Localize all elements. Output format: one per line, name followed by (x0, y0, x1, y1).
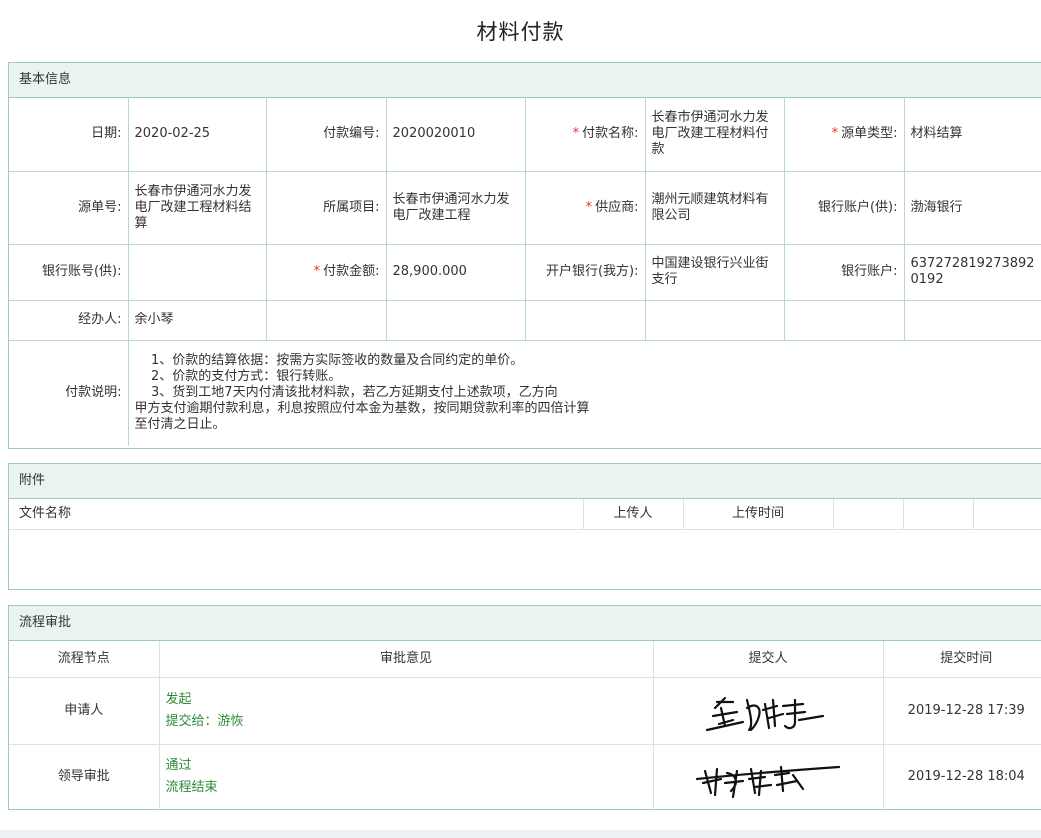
required-mark: * (572, 126, 580, 142)
attachments-header: 附件 (9, 464, 1041, 499)
required-mark: * (313, 264, 321, 279)
amount-label-cell: * 付款金额: (265, 243, 387, 301)
source-no-label: 源单号: (9, 170, 129, 245)
supplier-label-cell: * 供应商: (524, 170, 646, 245)
page: 材料付款 基本信息 日期: 2020-02-25 付款编号: 202002001… (0, 0, 1041, 830)
pay-no-label: 付款编号: (265, 98, 387, 172)
basic-info-table: 日期: 2020-02-25 付款编号: 2020020010 * 付款名称: 长… (9, 98, 1041, 446)
amount-value: 28,900.000 (385, 243, 526, 301)
submit-time: 2019-12-28 17:39 (883, 677, 1041, 745)
empty-cell (644, 299, 785, 341)
col-empty (903, 499, 974, 530)
workflow-header: 流程审批 (9, 606, 1041, 641)
note-line: 甲方支付逾期付款利息，利息按照应付本金为基数，按同期贷款利率的四倍计算 (134, 401, 590, 417)
attachments-panel: 附件 文件名称 上传人 上传时间 (8, 463, 1041, 590)
empty-cell (524, 299, 646, 341)
opinion-action: 通过 (165, 758, 192, 774)
empty-cell (265, 299, 387, 341)
pay-name-label-cell: * 付款名称: (524, 98, 646, 172)
bank-no-supplier-label: 银行账号(供): (9, 243, 129, 301)
project-value: 长春市伊通河水力发电厂改建工程 (385, 170, 526, 245)
workflow-opinion: 通过 流程结束 (159, 744, 654, 810)
page-title: 材料付款 (476, 20, 565, 44)
date-label: 日期: (9, 98, 129, 172)
workflow-table: 流程节点 审批意见 提交人 提交时间 申请人 发起 提交给：游恢 2019-12… (9, 641, 1041, 810)
handwritten-signature-image (695, 766, 841, 799)
col-uploader: 上传人 (583, 499, 684, 530)
empty-cell (783, 299, 905, 341)
submitter-signature (653, 677, 884, 745)
col-upload-time: 上传时间 (683, 499, 834, 530)
submitter-signature (653, 744, 884, 810)
note-value: 1、价款的结算依据：按需方实际签收的数量及合同约定的单价。 2、价款的支付方式：… (127, 339, 1041, 446)
col-node: 流程节点 (9, 641, 160, 678)
basic-info-panel: 基本信息 日期: 2020-02-25 付款编号: 2020020010 * 付款… (8, 62, 1041, 449)
source-type-label-cell: * 源单类型: (783, 98, 905, 172)
supplier-value: 潮州元顺建筑材料有限公司 (644, 170, 785, 245)
supplier-label: 供应商: (595, 199, 639, 215)
pay-name-label: 付款名称: (582, 126, 639, 142)
date-value: 2020-02-25 (127, 98, 267, 172)
our-bank-label: 开户银行(我方): (524, 243, 646, 301)
required-mark: * (831, 126, 839, 142)
opinion-action: 发起 (165, 691, 192, 707)
source-type-label: 源单类型: (841, 126, 898, 142)
bank-no-supplier-value (127, 243, 267, 301)
note-line: 至付清之日止。 (134, 417, 226, 433)
handler-value: 余小琴 (127, 299, 267, 341)
attachments-table: 文件名称 上传人 上传时间 (9, 499, 1041, 530)
pay-no-value: 2020020010 (385, 98, 526, 172)
handwritten-signature-image (705, 696, 825, 731)
bank-account-label: 银行账户: (783, 243, 905, 301)
required-mark: * (585, 199, 593, 215)
col-submitter: 提交人 (653, 641, 884, 678)
workflow-node: 申请人 (9, 677, 160, 745)
submit-time: 2019-12-28 18:04 (907, 769, 1025, 785)
workflow-opinion: 发起 提交给：游恢 (159, 677, 654, 745)
bank-supplier-label: 银行账户(供): (783, 170, 905, 245)
opinion-detail: 流程结束 (165, 780, 218, 796)
col-file-name: 文件名称 (9, 499, 584, 530)
source-type-value: 材料结算 (903, 98, 1041, 172)
note-line: 3、货到工地7天内付清该批材料款，若乙方延期支付上述款项，乙方向 (134, 385, 558, 401)
amount-label: 付款金额: (323, 264, 380, 279)
basic-info-header: 基本信息 (9, 63, 1041, 98)
col-empty (973, 499, 1041, 530)
col-empty (833, 499, 904, 530)
bank-account-value: 6372728192738920192 (903, 243, 1041, 301)
project-label: 所属项目: (265, 170, 387, 245)
workflow-node: 领导审批 (9, 744, 160, 810)
pay-name-value: 长春市伊通河水力发电厂改建工程材料付款 (644, 98, 785, 172)
our-bank-value: 中国建设银行兴业街支行 (644, 243, 785, 301)
opinion-detail: 提交给：游恢 (165, 713, 244, 729)
note-line: 2、价款的支付方式：银行转账。 (134, 369, 342, 385)
source-no-value: 长春市伊通河水力发电厂改建工程材料结算 (127, 170, 267, 245)
note-label: 付款说明: (9, 339, 129, 446)
empty-cell (385, 299, 526, 341)
workflow-panel: 流程审批 流程节点 审批意见 提交人 提交时间 申请人 发起 提交给：游恢 20… (8, 605, 1041, 810)
col-opinion: 审批意见 (159, 641, 654, 678)
bank-supplier-value: 渤海银行 (903, 170, 1041, 245)
empty-cell (903, 299, 1041, 341)
note-line: 1、价款的结算依据：按需方实际签收的数量及合同约定的单价。 (134, 353, 524, 369)
handler-label: 经办人: (9, 299, 129, 341)
col-submit-time: 提交时间 (883, 641, 1041, 678)
